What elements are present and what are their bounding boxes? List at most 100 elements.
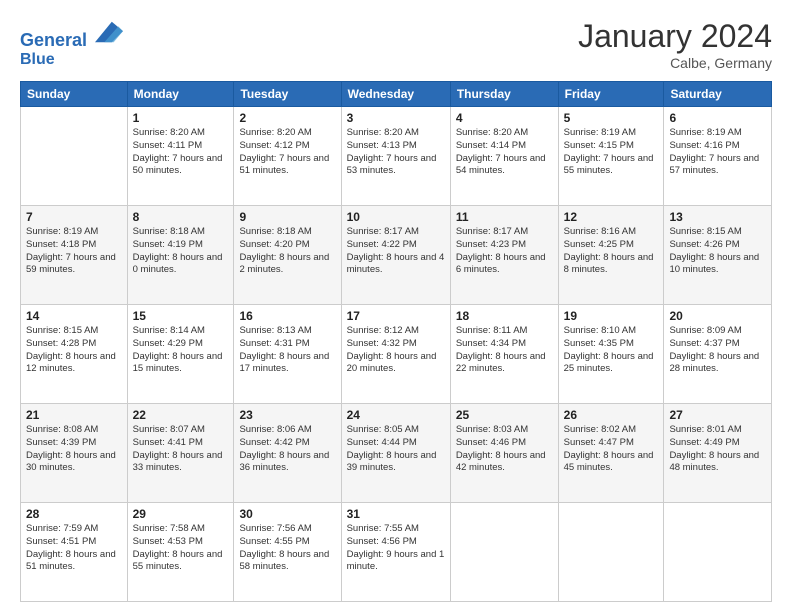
day-info: Sunrise: 8:14 AM Sunset: 4:29 PM Dayligh… (133, 325, 229, 376)
day-number: 19 (564, 309, 659, 323)
calendar-week-1: 1 Sunrise: 8:20 AM Sunset: 4:11 PM Daylig… (21, 107, 772, 206)
calendar-cell: 9 Sunrise: 8:18 AM Sunset: 4:20 PM Daylig… (234, 206, 341, 305)
day-info: Sunrise: 8:12 AM Sunset: 4:32 PM Dayligh… (347, 325, 445, 376)
calendar-week-3: 14 Sunrise: 8:15 AM Sunset: 4:28 PM Dayli… (21, 305, 772, 404)
day-number: 24 (347, 408, 445, 422)
header: General Blue January 2024 Calbe, Germany (20, 18, 772, 71)
day-info: Sunrise: 8:06 AM Sunset: 4:42 PM Dayligh… (239, 424, 335, 475)
day-info: Sunrise: 7:58 AM Sunset: 4:53 PM Dayligh… (133, 523, 229, 574)
location: Calbe, Germany (578, 55, 772, 71)
calendar-week-2: 7Sunrise: 8:19 AM Sunset: 4:18 PM Daylig… (21, 206, 772, 305)
day-number: 29 (133, 507, 229, 521)
calendar-cell: 5 Sunrise: 8:19 AM Sunset: 4:15 PM Daylig… (558, 107, 664, 206)
calendar-cell: 23 Sunrise: 8:06 AM Sunset: 4:42 PM Dayli… (234, 404, 341, 503)
logo-text: General (20, 18, 123, 51)
day-number: 4 (456, 111, 553, 125)
weekday-header-friday: Friday (558, 82, 664, 107)
weekday-header-saturday: Saturday (664, 82, 772, 107)
day-number: 17 (347, 309, 445, 323)
day-number: 28 (26, 507, 122, 521)
calendar-table: SundayMondayTuesdayWednesdayThursdayFrid… (20, 81, 772, 602)
calendar-cell: 27 Sunrise: 8:01 AM Sunset: 4:49 PM Dayli… (664, 404, 772, 503)
day-number: 6 (669, 111, 766, 125)
calendar-cell: 11 Sunrise: 8:17 AM Sunset: 4:23 PM Dayli… (450, 206, 558, 305)
calendar-cell: 13Sunrise: 8:15 AM Sunset: 4:26 PM Dayli… (664, 206, 772, 305)
weekday-header-monday: Monday (127, 82, 234, 107)
day-number: 25 (456, 408, 553, 422)
calendar-cell: 21Sunrise: 8:08 AM Sunset: 4:39 PM Dayli… (21, 404, 128, 503)
logo: General Blue (20, 18, 123, 68)
day-number: 1 (133, 111, 229, 125)
logo-general: General (20, 30, 87, 50)
day-info: Sunrise: 8:20 AM Sunset: 4:12 PM Dayligh… (239, 127, 335, 178)
calendar-cell: 30 Sunrise: 7:56 AM Sunset: 4:55 PM Dayli… (234, 503, 341, 602)
day-info: Sunrise: 7:55 AM Sunset: 4:56 PM Dayligh… (347, 523, 445, 574)
day-info: Sunrise: 8:11 AM Sunset: 4:34 PM Dayligh… (456, 325, 553, 376)
day-number: 15 (133, 309, 229, 323)
day-info: Sunrise: 8:15 AM Sunset: 4:26 PM Dayligh… (669, 226, 766, 277)
weekday-header-tuesday: Tuesday (234, 82, 341, 107)
calendar-cell: 22 Sunrise: 8:07 AM Sunset: 4:41 PM Dayli… (127, 404, 234, 503)
title-block: January 2024 Calbe, Germany (578, 18, 772, 71)
logo-icon (95, 18, 123, 46)
calendar-cell (664, 503, 772, 602)
day-info: Sunrise: 8:07 AM Sunset: 4:41 PM Dayligh… (133, 424, 229, 475)
day-number: 23 (239, 408, 335, 422)
day-info: Sunrise: 8:03 AM Sunset: 4:46 PM Dayligh… (456, 424, 553, 475)
day-info: Sunrise: 8:13 AM Sunset: 4:31 PM Dayligh… (239, 325, 335, 376)
calendar-header-row: SundayMondayTuesdayWednesdayThursdayFrid… (21, 82, 772, 107)
calendar-cell: 18 Sunrise: 8:11 AM Sunset: 4:34 PM Dayli… (450, 305, 558, 404)
day-info: Sunrise: 8:19 AM Sunset: 4:15 PM Dayligh… (564, 127, 659, 178)
day-info: Sunrise: 8:05 AM Sunset: 4:44 PM Dayligh… (347, 424, 445, 475)
day-number: 22 (133, 408, 229, 422)
day-info: Sunrise: 8:17 AM Sunset: 4:23 PM Dayligh… (456, 226, 553, 277)
day-number: 31 (347, 507, 445, 521)
day-info: Sunrise: 8:01 AM Sunset: 4:49 PM Dayligh… (669, 424, 766, 475)
calendar-cell (21, 107, 128, 206)
day-info: Sunrise: 8:19 AM Sunset: 4:16 PM Dayligh… (669, 127, 766, 178)
day-info: Sunrise: 8:16 AM Sunset: 4:25 PM Dayligh… (564, 226, 659, 277)
day-number: 30 (239, 507, 335, 521)
calendar-cell: 24 Sunrise: 8:05 AM Sunset: 4:44 PM Dayli… (341, 404, 450, 503)
weekday-header-sunday: Sunday (21, 82, 128, 107)
calendar-cell: 28 Sunrise: 7:59 AM Sunset: 4:51 PM Dayli… (21, 503, 128, 602)
calendar-cell: 3Sunrise: 8:20 AM Sunset: 4:13 PM Daylig… (341, 107, 450, 206)
weekday-header-thursday: Thursday (450, 82, 558, 107)
day-info: Sunrise: 8:20 AM Sunset: 4:14 PM Dayligh… (456, 127, 553, 178)
day-info: Sunrise: 8:09 AM Sunset: 4:37 PM Dayligh… (669, 325, 766, 376)
day-info: Sunrise: 7:56 AM Sunset: 4:55 PM Dayligh… (239, 523, 335, 574)
day-info: Sunrise: 8:18 AM Sunset: 4:20 PM Dayligh… (239, 226, 335, 277)
day-info: Sunrise: 8:19 AM Sunset: 4:18 PM Dayligh… (26, 226, 122, 277)
calendar-cell: 20 Sunrise: 8:09 AM Sunset: 4:37 PM Dayli… (664, 305, 772, 404)
calendar-cell: 10Sunrise: 8:17 AM Sunset: 4:22 PM Dayli… (341, 206, 450, 305)
calendar-cell: 4 Sunrise: 8:20 AM Sunset: 4:14 PM Daylig… (450, 107, 558, 206)
calendar-cell: 12Sunrise: 8:16 AM Sunset: 4:25 PM Dayli… (558, 206, 664, 305)
day-number: 9 (239, 210, 335, 224)
calendar-week-5: 28 Sunrise: 7:59 AM Sunset: 4:51 PM Dayli… (21, 503, 772, 602)
day-info: Sunrise: 8:20 AM Sunset: 4:11 PM Dayligh… (133, 127, 229, 178)
calendar-cell: 15 Sunrise: 8:14 AM Sunset: 4:29 PM Dayli… (127, 305, 234, 404)
calendar-cell: 19 Sunrise: 8:10 AM Sunset: 4:35 PM Dayli… (558, 305, 664, 404)
day-number: 5 (564, 111, 659, 125)
day-info: Sunrise: 8:10 AM Sunset: 4:35 PM Dayligh… (564, 325, 659, 376)
calendar-cell (450, 503, 558, 602)
calendar-cell: 1 Sunrise: 8:20 AM Sunset: 4:11 PM Daylig… (127, 107, 234, 206)
day-info: Sunrise: 8:02 AM Sunset: 4:47 PM Dayligh… (564, 424, 659, 475)
calendar-cell: 29 Sunrise: 7:58 AM Sunset: 4:53 PM Dayli… (127, 503, 234, 602)
day-info: Sunrise: 8:15 AM Sunset: 4:28 PM Dayligh… (26, 325, 122, 376)
day-number: 11 (456, 210, 553, 224)
calendar-cell: 25 Sunrise: 8:03 AM Sunset: 4:46 PM Dayli… (450, 404, 558, 503)
day-number: 18 (456, 309, 553, 323)
calendar-cell: 7Sunrise: 8:19 AM Sunset: 4:18 PM Daylig… (21, 206, 128, 305)
day-number: 20 (669, 309, 766, 323)
day-number: 14 (26, 309, 122, 323)
day-info: Sunrise: 7:59 AM Sunset: 4:51 PM Dayligh… (26, 523, 122, 574)
day-number: 8 (133, 210, 229, 224)
day-info: Sunrise: 8:18 AM Sunset: 4:19 PM Dayligh… (133, 226, 229, 277)
calendar-week-4: 21Sunrise: 8:08 AM Sunset: 4:39 PM Dayli… (21, 404, 772, 503)
day-number: 2 (239, 111, 335, 125)
calendar-cell: 2 Sunrise: 8:20 AM Sunset: 4:12 PM Daylig… (234, 107, 341, 206)
calendar-cell: 6 Sunrise: 8:19 AM Sunset: 4:16 PM Daylig… (664, 107, 772, 206)
day-number: 27 (669, 408, 766, 422)
day-number: 21 (26, 408, 122, 422)
